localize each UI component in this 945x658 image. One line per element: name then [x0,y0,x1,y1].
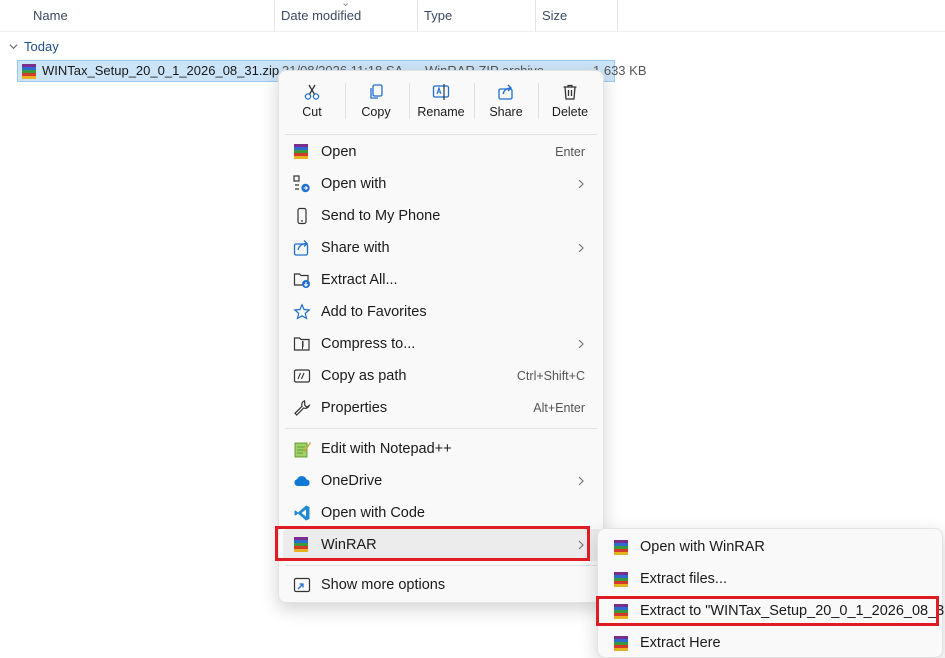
compress-icon [293,337,310,351]
notepad-icon [294,442,311,458]
group-header-today[interactable]: Today [9,37,59,55]
onedrive-icon [294,476,310,486]
chevron-right-icon [578,476,584,486]
share-with-icon [293,240,309,256]
group-label: Today [24,38,59,54]
column-name[interactable]: Name [27,0,275,32]
rename-button[interactable]: Rename [412,79,470,127]
winrar-icon [293,536,311,554]
open-with-icon [293,175,310,193]
menu-item-copy-as-path[interactable]: Copy as path Ctrl+Shift+C [283,360,601,392]
menu-divider [285,428,597,429]
vscode-icon [294,505,310,521]
menu-item-edit-notepad[interactable]: Edit with Notepad++ [283,433,601,465]
menu-divider [285,134,597,135]
chevron-right-icon [578,243,584,253]
menu-item-open[interactable]: Open Enter [283,136,601,168]
cut-button[interactable]: Cut [283,79,341,127]
share-button[interactable]: Share [477,79,535,127]
menu-item-onedrive[interactable]: OneDrive [283,465,601,497]
copy-path-icon [293,369,311,383]
menu-item-add-favorites[interactable]: Add to Favorites [283,296,601,328]
toolbar-divider [474,83,475,119]
toolbar-divider [345,83,346,119]
cut-icon [304,84,320,100]
submenu-item-extract-to[interactable]: Extract to "WINTax_Setup_20_0_1_2026_08_… [602,595,945,627]
extract-all-icon [293,273,310,288]
submenu-item-open-with-winrar[interactable]: Open with WinRAR [602,531,940,563]
copy-button[interactable]: Copy [347,79,405,127]
menu-item-open-with[interactable]: Open with [283,168,601,200]
column-type[interactable]: Type [418,0,536,32]
menu-item-properties[interactable]: Properties Alt+Enter [283,392,601,424]
show-more-icon [293,577,311,593]
winrar-icon [21,63,37,79]
submenu-item-extract-files[interactable]: Extract files... [602,563,940,595]
menu-item-send-to-phone[interactable]: Send to My Phone [283,200,601,232]
submenu-item-extract-here[interactable]: Extract Here [602,627,940,658]
star-icon [293,303,311,320]
menu-item-winrar[interactable]: WinRAR [283,529,601,561]
column-date-modified[interactable]: Date modified [275,0,418,32]
phone-icon [297,207,307,225]
column-size[interactable]: Size [536,0,618,32]
menu-item-show-more-options[interactable]: Show more options [283,569,601,601]
winrar-icon [293,143,311,161]
column-header: ⌄ Name Date modified Type Size [0,0,945,32]
menu-divider [285,565,597,566]
winrar-submenu: Open with WinRAR Extract files... Extrac… [597,528,945,658]
winrar-icon [613,571,629,587]
toolbar-divider [409,83,410,119]
copy-icon [370,84,383,99]
share-icon [498,84,513,100]
rename-icon [432,84,450,100]
delete-icon [563,84,577,100]
delete-button[interactable]: Delete [541,79,599,127]
winrar-icon [613,603,629,619]
chevron-right-icon [578,339,584,349]
chevron-right-icon [578,179,584,189]
file-name: WINTax_Setup_20_0_1_2026_08_31.zip [42,63,280,78]
context-toolbar: Cut Copy Rename Share Delete [279,71,603,133]
menu-item-open-with-code[interactable]: Open with Code [283,497,601,529]
winrar-icon [613,635,629,651]
chevron-right-icon [578,540,584,550]
winrar-icon [613,539,629,555]
menu-item-compress-to[interactable]: Compress to... [283,328,601,360]
chevron-down-icon [9,43,18,49]
toolbar-divider [538,83,539,119]
menu-item-extract-all[interactable]: Extract All... [283,264,601,296]
menu-item-share-with[interactable]: Share with [283,232,601,264]
context-menu: Cut Copy Rename Share Delete Open Enter … [278,70,604,603]
wrench-icon [294,399,311,416]
